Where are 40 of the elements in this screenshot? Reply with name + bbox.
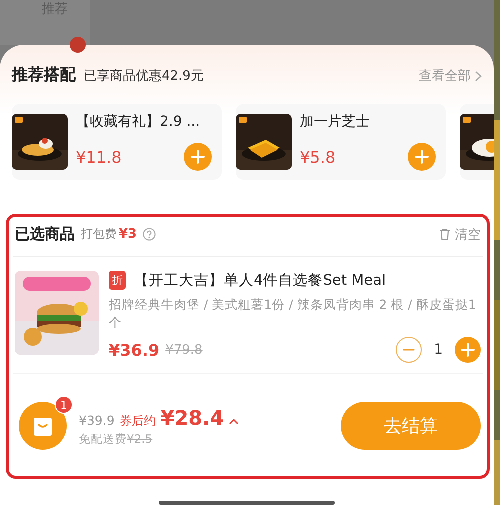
- chevron-right-icon: [475, 70, 482, 82]
- product-name: 加一片芝士: [300, 113, 371, 131]
- badge: [70, 37, 86, 53]
- add-button[interactable]: [184, 143, 212, 171]
- product-name: 【开工大吉】单人4件自选餐Set Meal: [134, 272, 386, 290]
- original-price: ¥79.8: [166, 342, 203, 358]
- plus-icon: [191, 150, 205, 164]
- shopping-bag-icon: [33, 415, 53, 437]
- product-card[interactable]: 【收藏有礼】2.9 ... ¥11.8: [12, 104, 222, 180]
- checkout-button[interactable]: 去结算: [341, 402, 481, 450]
- quantity: 1: [434, 342, 443, 358]
- plus-icon: [461, 343, 475, 357]
- increase-button[interactable]: [455, 337, 481, 363]
- view-all-link[interactable]: 查看全部: [419, 67, 482, 85]
- product-name: 【收藏有礼】2.9 ...: [76, 113, 202, 131]
- add-button[interactable]: [408, 143, 436, 171]
- product-price: ¥5.8: [300, 148, 336, 166]
- plus-icon: [415, 150, 429, 164]
- original-total: ¥39.9: [79, 412, 115, 428]
- total-price: ¥28.4: [160, 406, 224, 430]
- packing-label: 打包费: [81, 226, 117, 243]
- product-description: 招牌经典牛肉堡 / 美式粗薯1份 / 辣条凤背肉串 2 根 / 酥皮蛋挞1个: [109, 296, 478, 331]
- coupon-label: 券后约: [120, 412, 156, 430]
- caret-icon[interactable]: [229, 418, 240, 424]
- product-price: ¥11.8: [76, 148, 122, 166]
- saving-text: 已享商品优惠42.9元: [84, 68, 204, 85]
- discount-tag: 折: [109, 271, 126, 290]
- product-price: ¥36.9: [109, 340, 160, 360]
- cart-button[interactable]: [19, 402, 67, 450]
- product-card[interactable]: 加一片芝士 ¥5.8: [236, 104, 446, 180]
- delivery-original-fee: ¥2.5: [127, 432, 153, 446]
- section-title: 已选商品: [15, 225, 75, 244]
- packing-fee: ¥3: [119, 227, 138, 242]
- section-title: 推荐搭配: [12, 65, 76, 86]
- cart-count-badge: 1: [55, 396, 73, 414]
- clear-button[interactable]: 清空: [439, 226, 481, 244]
- decrease-button[interactable]: [396, 337, 422, 363]
- delivery-label: 免配送费: [79, 432, 127, 446]
- trash-icon: [439, 228, 451, 241]
- help-icon[interactable]: [143, 228, 156, 241]
